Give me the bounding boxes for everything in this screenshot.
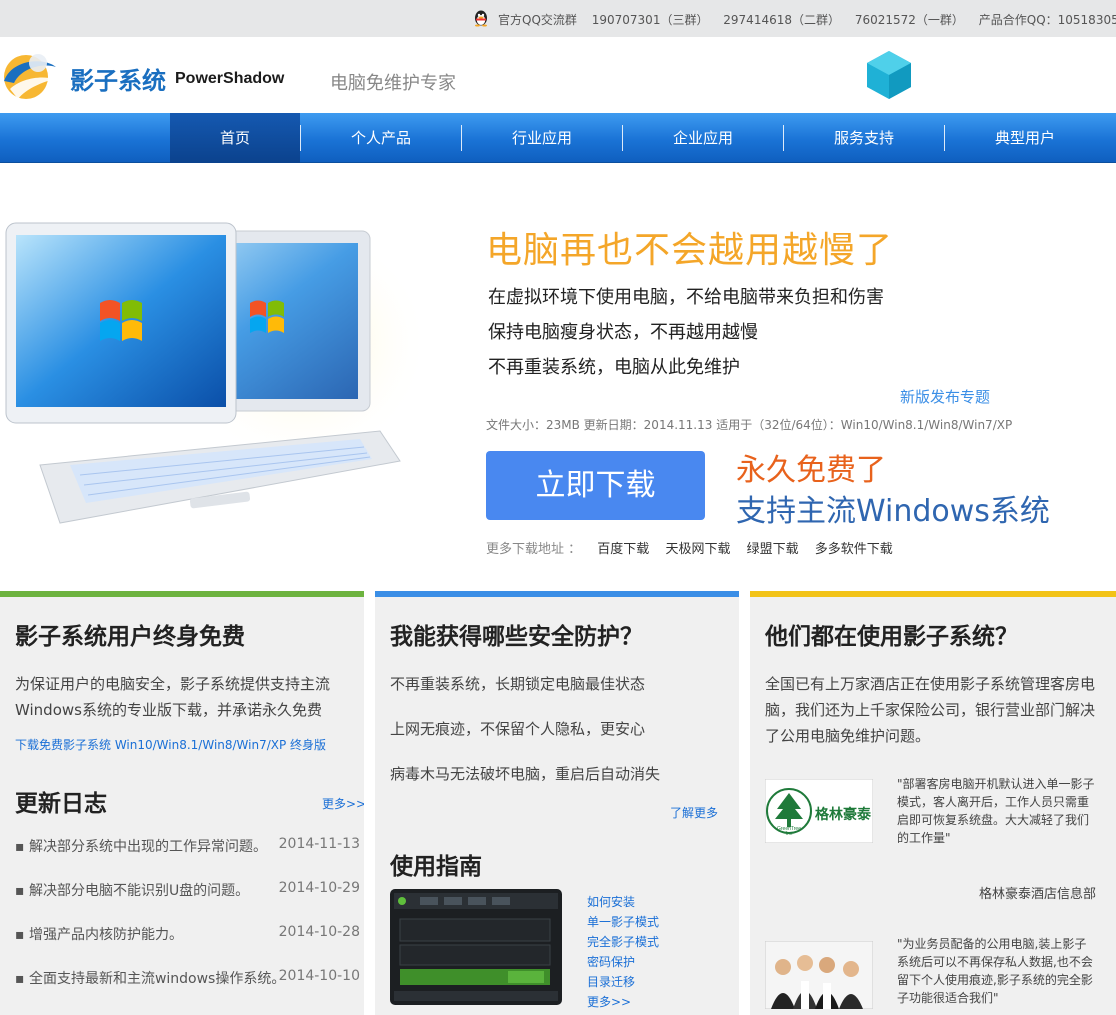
qq-group-2[interactable]: 297414618（二群）	[723, 13, 840, 27]
changelog-item[interactable]: ▪ 增强产品内核防护能力。 2014-10-28	[15, 924, 360, 944]
case1-quote: "部署客房电脑开机默认进入单一影子模式，客人离开后，工作人员只需重启即可恢复系统…	[897, 777, 1095, 845]
col3-heading: 他们都在使用影子系统？	[765, 624, 1018, 650]
brand-name[interactable]: 影子系统	[70, 61, 166, 96]
changelog-text: ▪ 增强产品内核防护能力。	[15, 927, 183, 943]
free-forever-text: 永久免费了	[736, 453, 886, 488]
col-free-forever: 影子系统用户终身免费 为保证用户的电脑安全，影子系统提供支持主流Windows系…	[0, 591, 364, 1015]
greentree-logo[interactable]: GreenTree Inn 格林豪泰	[765, 779, 873, 843]
nav-typical-users[interactable]: 典型用户	[945, 113, 1105, 163]
nav-support[interactable]: 服务支持	[784, 113, 944, 163]
hero-title: 电脑再也不会越用越慢了	[486, 230, 894, 271]
feature-item: 病毒木马无法破坏电脑，重启后自动消失	[390, 765, 661, 783]
nav-home[interactable]: 首页	[170, 113, 300, 163]
mirror-nsfocus[interactable]: 绿盟下载	[747, 542, 799, 557]
case2-quote: "为业务员配备的公用电脑,装上影子系统后可以不再保存私人数据,也不会留下个人使用…	[897, 937, 1093, 1005]
learn-more-link[interactable]: 了解更多	[670, 804, 718, 821]
greentree-logo-en-2: Inn	[786, 831, 793, 837]
guide-heading: 使用指南	[390, 854, 482, 880]
guide-full-mode-link[interactable]: 完全影子模式	[587, 933, 659, 950]
changelog-date: 2014-10-28	[278, 924, 360, 940]
changelog-heading: 更新日志	[15, 791, 107, 817]
changelog-item[interactable]: ▪ 解决部分电脑不能识别U盘的问题。 2014-10-29	[15, 880, 360, 900]
changelog-text: ▪ 解决部分电脑不能识别U盘的问题。	[15, 883, 250, 899]
guide-password-link[interactable]: 密码保护	[587, 953, 635, 970]
col1-paragraph: 为保证用户的电脑安全，影子系统提供支持主流Windows系统的专业版下载，并承诺…	[15, 675, 331, 719]
feature-item: 不再重装系统，长期锁定电脑最佳状态	[390, 675, 646, 693]
changelog-text: ▪ 解决部分系统中出现的工作异常问题。	[15, 839, 267, 855]
changelog-text: ▪ 全面支持最新和主流windows操作系统。	[15, 971, 286, 987]
qq-group-1[interactable]: 76021572（一群）	[855, 13, 964, 27]
top-bar: 官方QQ交流群 190707301（三群） 297414618（二群） 7602…	[0, 0, 1116, 37]
feature-item: 上网无痕迹，不保留个人隐私，更安心	[390, 720, 646, 738]
case1-source: 格林豪泰酒店信息部	[978, 887, 1096, 902]
cube-icon	[867, 51, 911, 99]
slogan: 电脑免维护专家	[330, 73, 456, 94]
download-now-button[interactable]: 立即下载	[486, 451, 705, 520]
guide-more-link[interactable]: 更多>>	[587, 993, 631, 1010]
main-nav: 首页 个人产品 行业应用 企业应用 服务支持 典型用户	[0, 113, 1116, 163]
hero-line-3: 不再重装系统，电脑从此免维护	[488, 357, 740, 378]
free-download-link[interactable]: 下载免费影子系统 Win10/Win8.1/Win8/Win7/XP 终身版	[15, 736, 326, 753]
site-header: 影子系统 PowerShadow 电脑免维护专家	[0, 37, 1116, 113]
col-accent-bar	[750, 591, 1116, 597]
app-screenshot-thumbnail[interactable]	[390, 889, 562, 1005]
col-accent-bar	[375, 591, 739, 597]
col-accent-bar	[0, 591, 364, 597]
brand-name-en[interactable]: PowerShadow	[175, 70, 284, 88]
col2-heading: 我能获得哪些安全防护？	[390, 624, 643, 650]
qq-group-3[interactable]: 190707301（三群）	[592, 13, 709, 27]
guide-install-link[interactable]: 如何安装	[587, 893, 635, 910]
business-team-photo[interactable]	[765, 941, 873, 1009]
hero-banner: 电脑再也不会越用越慢了 在虚拟环境下使用电脑，不给电脑带来负担和伤害 保持电脑瘦…	[0, 163, 1116, 591]
powershadow-logo-icon[interactable]	[0, 49, 58, 101]
windows-support-text: 支持主流Windows系统	[736, 494, 1050, 529]
new-release-link[interactable]: 新版发布专题	[900, 386, 990, 407]
guide-migrate-link[interactable]: 目录迁移	[587, 973, 635, 990]
changelog-item[interactable]: ▪ 全面支持最新和主流windows操作系统。 2014-10-10	[15, 968, 360, 988]
laptop-illustration	[5, 222, 430, 524]
nav-industry[interactable]: 行业应用	[462, 113, 622, 163]
hero-line-2: 保持电脑瘦身状态，不再越用越慢	[488, 322, 758, 343]
col-customers: 他们都在使用影子系统？ 全国已有上万家酒店正在使用影子系统管理客房电脑，我们还为…	[750, 591, 1116, 1015]
file-meta: 文件大小：23MB 更新日期：2014.11.13 适用于（32位/64位）：W…	[486, 418, 1013, 432]
col1-heading: 影子系统用户终身免费	[15, 624, 245, 650]
mirror-yesky[interactable]: 天极网下载	[665, 542, 730, 557]
changelog-date: 2014-10-29	[278, 880, 360, 896]
qq-penguin-icon	[475, 10, 487, 27]
col3-paragraph: 全国已有上万家酒店正在使用影子系统管理客房电脑，我们还为上千家保险公司，银行营业…	[765, 675, 1096, 745]
mirror-links: 更多下载地址 ： 百度下载 天极网下载 绿盟下载 多多软件下载	[486, 538, 893, 557]
changelog-date: 2014-11-13	[278, 836, 360, 852]
qq-group-info: 官方QQ交流群 190707301（三群） 297414618（二群） 7602…	[498, 11, 1116, 28]
mirror-label: 更多下载地址 ：	[486, 542, 582, 557]
guide-single-mode-link[interactable]: 单一影子模式	[587, 913, 659, 930]
changelog-date: 2014-10-10	[278, 968, 360, 984]
hero-line-1: 在虚拟环境下使用电脑，不给电脑带来负担和伤害	[488, 287, 884, 308]
product-coop-qq[interactable]: 产品合作QQ：105183053	[979, 13, 1116, 27]
qq-group-label: 官方QQ交流群	[498, 13, 577, 27]
col-security: 我能获得哪些安全防护？ 不再重装系统，长期锁定电脑最佳状态 上网无痕迹，不保留个…	[375, 591, 739, 1015]
mirror-baidu[interactable]: 百度下载	[597, 542, 649, 557]
changelog-item[interactable]: ▪ 解决部分系统中出现的工作异常问题。 2014-11-13	[15, 836, 360, 856]
mirror-duote[interactable]: 多多软件下载	[815, 542, 893, 557]
nav-personal-products[interactable]: 个人产品	[301, 113, 461, 163]
changelog-more-link[interactable]: 更多>>	[322, 795, 364, 812]
greentree-logo-cn: 格林豪泰	[815, 806, 872, 823]
page-root: 官方QQ交流群 190707301（三群） 297414618（二群） 7602…	[0, 0, 1116, 1015]
nav-enterprise[interactable]: 企业应用	[623, 113, 783, 163]
